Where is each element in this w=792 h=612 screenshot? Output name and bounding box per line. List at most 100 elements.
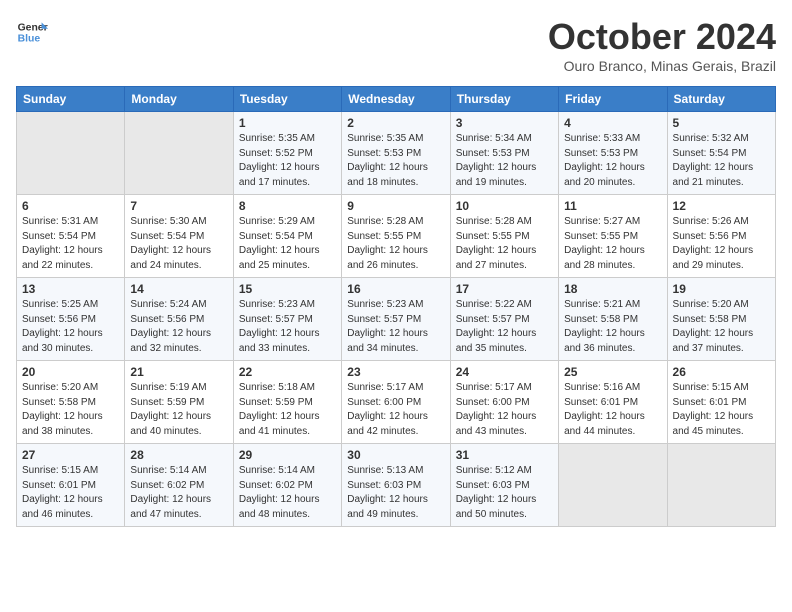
calendar-week-row: 1 Sunrise: 5:35 AM Sunset: 5:52 PM Daylig… bbox=[17, 112, 776, 195]
day-number: 17 bbox=[456, 282, 553, 296]
calendar-header-row: SundayMondayTuesdayWednesdayThursdayFrid… bbox=[17, 87, 776, 112]
calendar-day-cell: 31 Sunrise: 5:12 AM Sunset: 6:03 PM Dayli… bbox=[450, 444, 558, 527]
day-info: Sunrise: 5:23 AM Sunset: 5:57 PM Dayligh… bbox=[347, 298, 444, 356]
day-info: Sunrise: 5:26 AM Sunset: 5:56 PM Dayligh… bbox=[673, 215, 770, 273]
day-info: Sunrise: 5:27 AM Sunset: 5:55 PM Dayligh… bbox=[564, 215, 661, 273]
day-number: 24 bbox=[456, 365, 553, 379]
weekday-header: Monday bbox=[125, 87, 233, 112]
calendar-day-cell: 26 Sunrise: 5:15 AM Sunset: 6:01 PM Dayli… bbox=[667, 361, 775, 444]
calendar-day-cell: 24 Sunrise: 5:17 AM Sunset: 6:00 PM Dayli… bbox=[450, 361, 558, 444]
day-info: Sunrise: 5:15 AM Sunset: 6:01 PM Dayligh… bbox=[673, 381, 770, 439]
month-title: October 2024 bbox=[548, 16, 776, 58]
calendar-day-cell: 21 Sunrise: 5:19 AM Sunset: 5:59 PM Dayli… bbox=[125, 361, 233, 444]
day-info: Sunrise: 5:28 AM Sunset: 5:55 PM Dayligh… bbox=[347, 215, 444, 273]
location-subtitle: Ouro Branco, Minas Gerais, Brazil bbox=[548, 58, 776, 74]
calendar-body: 1 Sunrise: 5:35 AM Sunset: 5:52 PM Daylig… bbox=[17, 112, 776, 527]
weekday-header: Saturday bbox=[667, 87, 775, 112]
day-info: Sunrise: 5:13 AM Sunset: 6:03 PM Dayligh… bbox=[347, 464, 444, 522]
day-info: Sunrise: 5:31 AM Sunset: 5:54 PM Dayligh… bbox=[22, 215, 119, 273]
calendar-day-cell: 22 Sunrise: 5:18 AM Sunset: 5:59 PM Dayli… bbox=[233, 361, 341, 444]
day-number: 6 bbox=[22, 199, 119, 213]
calendar-day-cell: 11 Sunrise: 5:27 AM Sunset: 5:55 PM Dayli… bbox=[559, 195, 667, 278]
day-number: 5 bbox=[673, 116, 770, 130]
day-number: 18 bbox=[564, 282, 661, 296]
calendar-day-cell: 25 Sunrise: 5:16 AM Sunset: 6:01 PM Dayli… bbox=[559, 361, 667, 444]
day-info: Sunrise: 5:23 AM Sunset: 5:57 PM Dayligh… bbox=[239, 298, 336, 356]
calendar-day-cell: 19 Sunrise: 5:20 AM Sunset: 5:58 PM Dayli… bbox=[667, 278, 775, 361]
weekday-header: Sunday bbox=[17, 87, 125, 112]
day-info: Sunrise: 5:12 AM Sunset: 6:03 PM Dayligh… bbox=[456, 464, 553, 522]
day-number: 13 bbox=[22, 282, 119, 296]
calendar-day-cell: 18 Sunrise: 5:21 AM Sunset: 5:58 PM Dayli… bbox=[559, 278, 667, 361]
day-info: Sunrise: 5:14 AM Sunset: 6:02 PM Dayligh… bbox=[239, 464, 336, 522]
day-number: 26 bbox=[673, 365, 770, 379]
day-number: 1 bbox=[239, 116, 336, 130]
day-info: Sunrise: 5:18 AM Sunset: 5:59 PM Dayligh… bbox=[239, 381, 336, 439]
calendar-day-cell: 30 Sunrise: 5:13 AM Sunset: 6:03 PM Dayli… bbox=[342, 444, 450, 527]
day-number: 20 bbox=[22, 365, 119, 379]
day-info: Sunrise: 5:22 AM Sunset: 5:57 PM Dayligh… bbox=[456, 298, 553, 356]
calendar-day-cell: 4 Sunrise: 5:33 AM Sunset: 5:53 PM Daylig… bbox=[559, 112, 667, 195]
page-header: General Blue October 2024 Ouro Branco, M… bbox=[16, 16, 776, 74]
calendar-day-cell: 27Sunrise: 5:15 AM Sunset: 6:01 PM Dayli… bbox=[17, 444, 125, 527]
day-info: Sunrise: 5:28 AM Sunset: 5:55 PM Dayligh… bbox=[456, 215, 553, 273]
day-info: Sunrise: 5:30 AM Sunset: 5:54 PM Dayligh… bbox=[130, 215, 227, 273]
day-info: Sunrise: 5:19 AM Sunset: 5:59 PM Dayligh… bbox=[130, 381, 227, 439]
day-number: 19 bbox=[673, 282, 770, 296]
day-info: Sunrise: 5:29 AM Sunset: 5:54 PM Dayligh… bbox=[239, 215, 336, 273]
day-number: 31 bbox=[456, 448, 553, 462]
calendar-day-cell: 5 Sunrise: 5:32 AM Sunset: 5:54 PM Daylig… bbox=[667, 112, 775, 195]
day-info: Sunrise: 5:17 AM Sunset: 6:00 PM Dayligh… bbox=[347, 381, 444, 439]
day-info: Sunrise: 5:20 AM Sunset: 5:58 PM Dayligh… bbox=[673, 298, 770, 356]
day-number: 11 bbox=[564, 199, 661, 213]
calendar-day-cell: 13 Sunrise: 5:25 AM Sunset: 5:56 PM Dayli… bbox=[17, 278, 125, 361]
day-info: Sunrise: 5:34 AM Sunset: 5:53 PM Dayligh… bbox=[456, 132, 553, 190]
day-number: 15 bbox=[239, 282, 336, 296]
calendar-day-cell: 29 Sunrise: 5:14 AM Sunset: 6:02 PM Dayli… bbox=[233, 444, 341, 527]
svg-text:Blue: Blue bbox=[18, 34, 41, 45]
calendar-day-cell: 20Sunrise: 5:20 AM Sunset: 5:58 PM Dayli… bbox=[17, 361, 125, 444]
calendar-day-cell bbox=[17, 112, 125, 195]
day-info: Sunrise: 5:24 AM Sunset: 5:56 PM Dayligh… bbox=[130, 298, 227, 356]
day-number: 9 bbox=[347, 199, 444, 213]
calendar-week-row: 20Sunrise: 5:20 AM Sunset: 5:58 PM Dayli… bbox=[17, 361, 776, 444]
weekday-header: Tuesday bbox=[233, 87, 341, 112]
day-number: 8 bbox=[239, 199, 336, 213]
day-number: 3 bbox=[456, 116, 553, 130]
logo: General Blue bbox=[16, 16, 48, 48]
day-info: Sunrise: 5:35 AM Sunset: 5:52 PM Dayligh… bbox=[239, 132, 336, 190]
day-info: Sunrise: 5:17 AM Sunset: 6:00 PM Dayligh… bbox=[456, 381, 553, 439]
day-number: 22 bbox=[239, 365, 336, 379]
weekday-header: Friday bbox=[559, 87, 667, 112]
day-number: 23 bbox=[347, 365, 444, 379]
calendar-day-cell: 9 Sunrise: 5:28 AM Sunset: 5:55 PM Daylig… bbox=[342, 195, 450, 278]
day-number: 4 bbox=[564, 116, 661, 130]
calendar-day-cell: 7 Sunrise: 5:30 AM Sunset: 5:54 PM Daylig… bbox=[125, 195, 233, 278]
day-info: Sunrise: 5:32 AM Sunset: 5:54 PM Dayligh… bbox=[673, 132, 770, 190]
day-info: Sunrise: 5:15 AM Sunset: 6:01 PM Dayligh… bbox=[22, 464, 119, 522]
day-number: 2 bbox=[347, 116, 444, 130]
day-number: 29 bbox=[239, 448, 336, 462]
calendar-day-cell: 16Sunrise: 5:23 AM Sunset: 5:57 PM Dayli… bbox=[342, 278, 450, 361]
day-info: Sunrise: 5:16 AM Sunset: 6:01 PM Dayligh… bbox=[564, 381, 661, 439]
day-info: Sunrise: 5:35 AM Sunset: 5:53 PM Dayligh… bbox=[347, 132, 444, 190]
day-number: 10 bbox=[456, 199, 553, 213]
day-number: 25 bbox=[564, 365, 661, 379]
day-info: Sunrise: 5:33 AM Sunset: 5:53 PM Dayligh… bbox=[564, 132, 661, 190]
calendar-day-cell: 28 Sunrise: 5:14 AM Sunset: 6:02 PM Dayli… bbox=[125, 444, 233, 527]
day-number: 7 bbox=[130, 199, 227, 213]
day-number: 21 bbox=[130, 365, 227, 379]
day-info: Sunrise: 5:25 AM Sunset: 5:56 PM Dayligh… bbox=[22, 298, 119, 356]
calendar-day-cell: 15 Sunrise: 5:23 AM Sunset: 5:57 PM Dayli… bbox=[233, 278, 341, 361]
logo-icon: General Blue bbox=[16, 16, 48, 48]
day-info: Sunrise: 5:14 AM Sunset: 6:02 PM Dayligh… bbox=[130, 464, 227, 522]
calendar-day-cell: 1 Sunrise: 5:35 AM Sunset: 5:52 PM Daylig… bbox=[233, 112, 341, 195]
day-number: 30 bbox=[347, 448, 444, 462]
title-block: October 2024 Ouro Branco, Minas Gerais, … bbox=[548, 16, 776, 74]
day-number: 28 bbox=[130, 448, 227, 462]
calendar-day-cell bbox=[667, 444, 775, 527]
calendar-day-cell: 3 Sunrise: 5:34 AM Sunset: 5:53 PM Daylig… bbox=[450, 112, 558, 195]
calendar-day-cell: 12 Sunrise: 5:26 AM Sunset: 5:56 PM Dayli… bbox=[667, 195, 775, 278]
day-number: 12 bbox=[673, 199, 770, 213]
day-info: Sunrise: 5:21 AM Sunset: 5:58 PM Dayligh… bbox=[564, 298, 661, 356]
